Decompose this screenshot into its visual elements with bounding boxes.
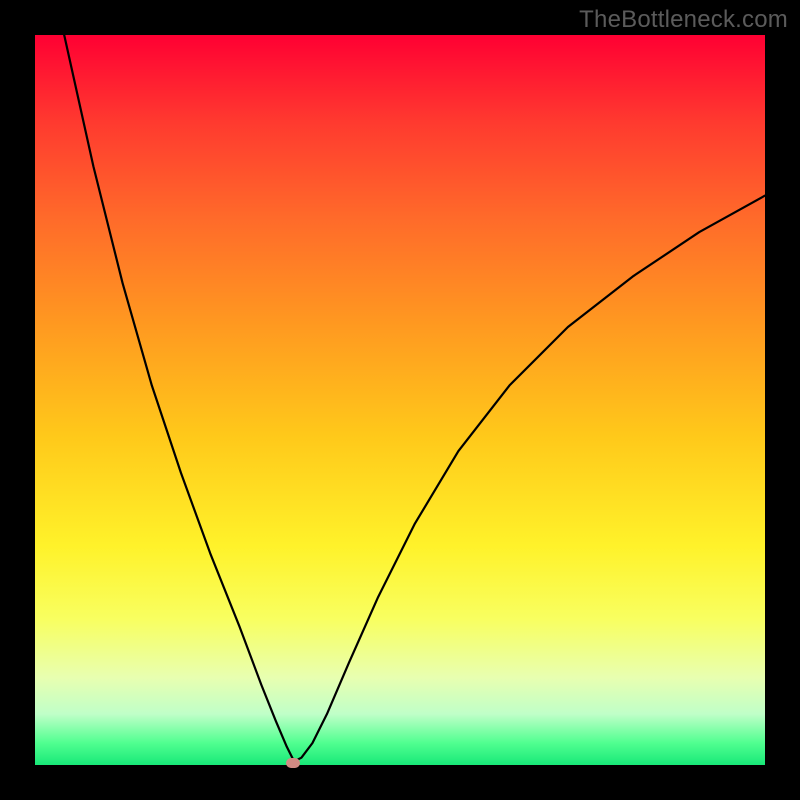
chart-svg	[35, 35, 765, 765]
watermark-text: TheBottleneck.com	[579, 6, 788, 34]
min-marker	[286, 758, 300, 768]
curve-line	[64, 35, 765, 761]
